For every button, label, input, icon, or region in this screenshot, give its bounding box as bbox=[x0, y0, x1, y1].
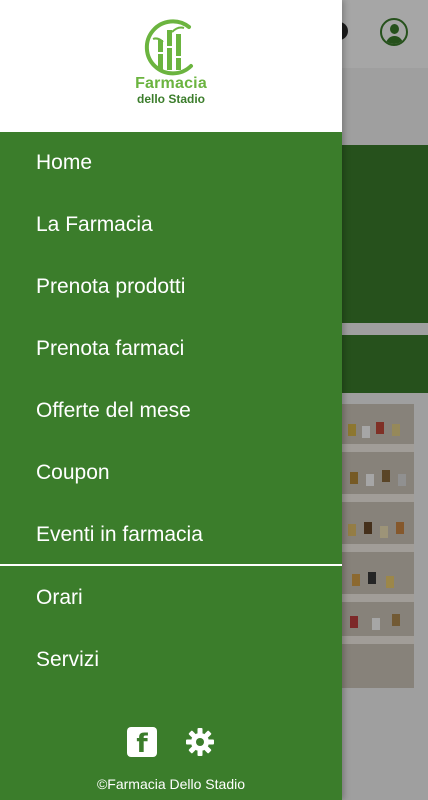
pharmacy-logo-icon bbox=[144, 19, 193, 76]
menu-item-coupon[interactable]: Coupon bbox=[0, 442, 342, 504]
menu-item-servizi[interactable]: Servizi bbox=[0, 629, 342, 691]
menu-item-la-farmacia[interactable]: La Farmacia bbox=[0, 194, 342, 256]
menu-divider bbox=[0, 564, 342, 566]
copyright-text: ©Farmacia Dello Stadio bbox=[96, 776, 246, 792]
facebook-icon[interactable]: f bbox=[127, 727, 157, 759]
menu-item-offerte-del-mese[interactable]: Offerte del mese bbox=[0, 380, 342, 442]
logo-title: Farmacia bbox=[135, 75, 207, 92]
logo-subtitle: dello Stadio bbox=[136, 92, 205, 106]
drawer-footer-icons: f bbox=[127, 727, 217, 759]
gear-icon[interactable] bbox=[185, 727, 215, 757]
drawer-header: Farmacia dello Stadio bbox=[0, 0, 342, 132]
menu-item-orari[interactable]: Orari bbox=[0, 567, 342, 629]
menu-item-home[interactable]: Home bbox=[0, 132, 342, 194]
menu-item-eventi-in-farmacia[interactable]: Eventi in farmacia bbox=[0, 504, 342, 566]
menu-item-prenota-prodotti[interactable]: Prenota prodotti bbox=[0, 256, 342, 318]
navigation-drawer: Farmacia dello Stadio Home La Farmacia P… bbox=[0, 0, 342, 800]
menu-item-prenota-farmaci[interactable]: Prenota farmaci bbox=[0, 318, 342, 380]
